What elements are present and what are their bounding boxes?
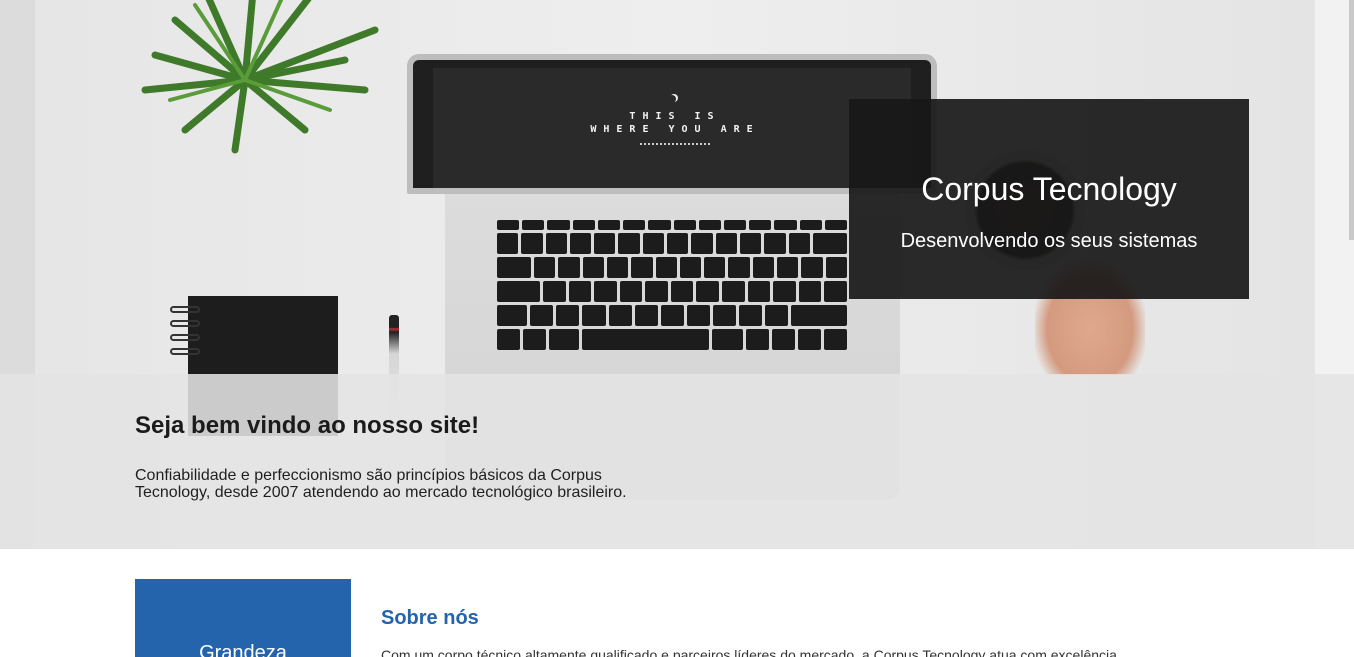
plant-image	[141, 0, 379, 154]
welcome-text: Confiabilidade e perfeccionismo são prin…	[135, 467, 627, 501]
feature-card-label: Grandeza	[199, 642, 287, 657]
about-title: Sobre nós	[381, 607, 479, 629]
welcome-title: Seja bem vindo ao nosso site!	[135, 412, 480, 439]
brand-title: Corpus Tecnology	[921, 171, 1177, 207]
notebook-spiral	[170, 306, 200, 376]
screen-text-line2: WHERE YOU ARE	[590, 124, 760, 135]
laptop-keyboard	[497, 220, 848, 358]
about-text: Com um corpo técnico altamente qualifica…	[381, 647, 1117, 657]
wreath-icon	[640, 137, 710, 145]
moon-icon	[668, 95, 676, 103]
screen-text-line1: THIS IS	[629, 111, 721, 122]
brand-subtitle: Desenvolvendo os seus sistemas	[900, 230, 1198, 252]
hero-banner: THIS IS WHERE YOU ARE Corpus Tecnology D…	[0, 0, 1354, 549]
scrollbar-thumb[interactable]	[1349, 0, 1354, 240]
brand-box: Corpus Tecnology Desenvolvendo os seus s…	[849, 99, 1249, 299]
laptop-screen-text: THIS IS WHERE YOU ARE	[555, 110, 795, 136]
feature-card-grandeza[interactable]: Grandeza	[135, 579, 351, 657]
welcome-section: Seja bem vindo ao nosso site! Confiabili…	[0, 374, 1354, 549]
